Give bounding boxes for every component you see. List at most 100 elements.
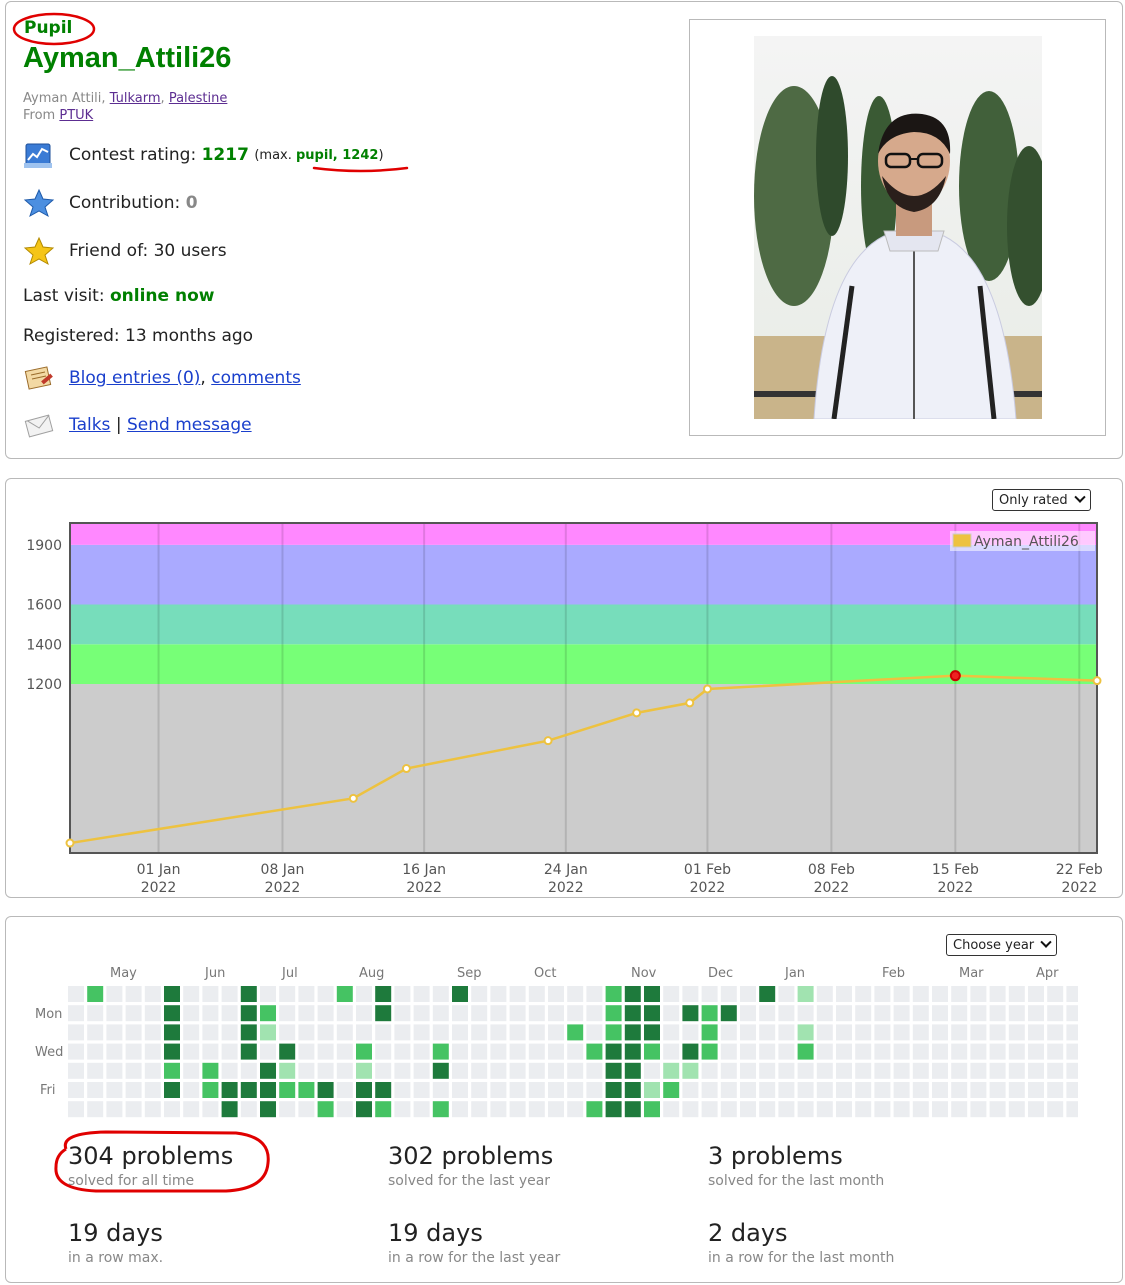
heatmap-cell[interactable] [663,1043,680,1060]
heatmap-cell[interactable] [375,1024,392,1041]
heatmap-cell[interactable] [1008,1043,1025,1060]
heatmap-cell[interactable] [68,986,84,1002]
heatmap-cell[interactable] [528,1024,545,1041]
heatmap-cell[interactable] [682,1082,699,1098]
heatmap-cell[interactable] [240,1062,257,1079]
heatmap-cell[interactable] [356,1101,372,1118]
heatmap-cell[interactable] [490,1024,507,1041]
heatmap-cell[interactable] [240,1024,257,1041]
heatmap-cell[interactable] [356,1024,372,1041]
rating-point[interactable] [348,793,358,803]
heatmap-cell[interactable] [356,1082,372,1098]
heatmap-cell[interactable] [1008,986,1025,1002]
heatmap-cell[interactable] [701,1101,718,1118]
heatmap-cell[interactable] [797,1082,814,1098]
country-link[interactable]: Palestine [169,91,228,106]
rating-point[interactable] [702,684,712,694]
heatmap-cell[interactable] [394,1082,411,1098]
heatmap-cell[interactable] [701,1024,718,1041]
heatmap-cell[interactable] [164,1005,180,1022]
heatmap-cell[interactable] [605,1082,622,1098]
heatmap-cell[interactable] [1008,1005,1025,1022]
heatmap-cell[interactable] [413,1082,430,1098]
heatmap-cell[interactable] [240,986,257,1002]
heatmap-cell[interactable] [490,1043,507,1060]
heatmap-cell[interactable] [720,1101,737,1118]
heatmap-cell[interactable] [912,986,929,1002]
heatmap-cell[interactable] [317,1101,334,1118]
organization-link[interactable]: PTUK [59,108,93,123]
heatmap-cell[interactable] [874,986,891,1002]
heatmap-cell[interactable] [932,1005,948,1022]
heatmap-cell[interactable] [432,1043,449,1060]
heatmap-cell[interactable] [797,1024,814,1041]
rating-max-point[interactable] [949,670,961,682]
heatmap-cell[interactable] [644,1101,660,1118]
heatmap-cell[interactable] [932,1101,948,1118]
heatmap-cell[interactable] [644,986,660,1002]
heatmap-cell[interactable] [202,1062,219,1079]
heatmap-cell[interactable] [874,1101,891,1118]
heatmap-cell[interactable] [260,1005,276,1022]
heatmap-cell[interactable] [874,1024,891,1041]
heatmap-cell[interactable] [912,1101,929,1118]
heatmap-cell[interactable] [816,1024,833,1041]
heatmap-cell[interactable] [164,1082,180,1098]
heatmap-cell[interactable] [893,986,910,1002]
heatmap-cell[interactable] [432,1005,449,1022]
heatmap-cell[interactable] [317,1082,334,1098]
heatmap-cell[interactable] [1047,1101,1064,1118]
heatmap-cell[interactable] [816,1062,833,1079]
heatmap-cell[interactable] [317,1062,334,1079]
heatmap-cell[interactable] [797,1101,814,1118]
heatmap-cell[interactable] [375,1043,392,1060]
heatmap-cell[interactable] [471,1043,488,1060]
heatmap-cell[interactable] [202,1043,219,1060]
heatmap-cell[interactable] [356,1043,372,1060]
heatmap-cell[interactable] [87,1043,104,1060]
send-message-link[interactable]: Send message [127,415,252,435]
heatmap-cell[interactable] [528,1101,545,1118]
heatmap-cell[interactable] [720,1024,737,1041]
heatmap-cell[interactable] [759,1101,776,1118]
heatmap-cell[interactable] [260,986,276,1002]
heatmap-cell[interactable] [144,1024,161,1041]
heatmap-cell[interactable] [605,1043,622,1060]
heatmap-cell[interactable] [1028,1005,1044,1022]
heatmap-cell[interactable] [855,1005,872,1022]
heatmap-cell[interactable] [1008,1082,1025,1098]
heatmap-cell[interactable] [605,1101,622,1118]
heatmap-cell[interactable] [970,1082,987,1098]
heatmap-cell[interactable] [836,1005,852,1022]
heatmap-cell[interactable] [1066,1024,1078,1041]
heatmap-cell[interactable] [567,1101,584,1118]
heatmap-cell[interactable] [855,1043,872,1060]
heatmap-cell[interactable] [471,1082,488,1098]
heatmap-cell[interactable] [740,1101,756,1118]
heatmap-cell[interactable] [394,1024,411,1041]
heatmap-cell[interactable] [413,1043,430,1060]
heatmap-cell[interactable] [528,1005,545,1022]
rating-point[interactable] [401,764,411,774]
heatmap-cell[interactable] [816,1101,833,1118]
heatmap-cell[interactable] [816,1005,833,1022]
heatmap-cell[interactable] [548,1024,564,1041]
heatmap-cell[interactable] [778,1101,795,1118]
heatmap-cell[interactable] [317,1024,334,1041]
heatmap-cell[interactable] [279,1101,296,1118]
heatmap-cell[interactable] [394,1043,411,1060]
heatmap-cell[interactable] [509,986,526,1002]
heatmap-cell[interactable] [144,1082,161,1098]
heatmap-cell[interactable] [893,1005,910,1022]
city-link[interactable]: Tulkarm [110,91,161,106]
heatmap-cell[interactable] [874,1062,891,1079]
heatmap-cell[interactable] [221,1005,238,1022]
heatmap-cell[interactable] [605,1024,622,1041]
heatmap-cell[interactable] [125,1024,142,1041]
heatmap-cell[interactable] [682,1062,699,1079]
heatmap-cell[interactable] [682,1101,699,1118]
heatmap-cell[interactable] [932,1024,948,1041]
heatmap-cell[interactable] [893,1082,910,1098]
heatmap-cell[interactable] [260,1062,276,1079]
heatmap-cell[interactable] [855,1024,872,1041]
